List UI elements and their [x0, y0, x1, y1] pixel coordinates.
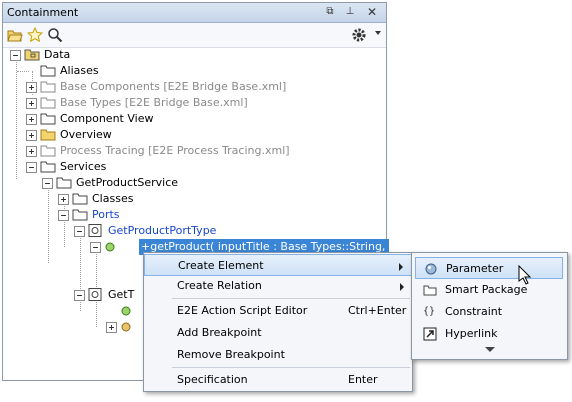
- tree-label: GetT: [108, 288, 135, 301]
- search-icon[interactable]: [47, 27, 63, 43]
- tree-label: Services: [60, 160, 107, 173]
- menu-item-label: Add Breakpoint: [177, 326, 262, 339]
- constraint-icon: {}: [423, 306, 436, 317]
- close-icon[interactable]: ✕: [365, 5, 379, 19]
- menu-item-label: Specification: [177, 373, 248, 386]
- expand-icon[interactable]: [58, 194, 69, 205]
- menu-item-label: Remove Breakpoint: [177, 348, 285, 361]
- submenu-item-parameter[interactable]: Parameter: [415, 257, 563, 279]
- package-icon: [72, 209, 88, 221]
- gear-icon[interactable]: [351, 27, 367, 43]
- collapse-icon[interactable]: [10, 50, 21, 61]
- menu-item-add-breakpoint[interactable]: Add Breakpoint: [144, 322, 412, 344]
- tree-label: GetProductService: [76, 176, 179, 189]
- interface-icon: [88, 288, 102, 301]
- cursor-icon: [518, 265, 532, 285]
- expand-icon[interactable]: [26, 82, 37, 93]
- operation-icon: [121, 306, 131, 316]
- package-icon: [72, 193, 88, 205]
- collapse-icon[interactable]: [90, 242, 101, 253]
- star-icon[interactable]: [27, 27, 43, 43]
- package-icon: [423, 285, 437, 296]
- collapse-icon[interactable]: [74, 226, 85, 237]
- package-icon: [40, 161, 56, 173]
- open-folder-icon[interactable]: [7, 27, 23, 43]
- panel-titlebar: Containment ⧉ ⊥ ✕: [3, 3, 386, 23]
- menu-item-label: Parameter: [446, 262, 504, 275]
- expand-icon[interactable]: [26, 130, 37, 141]
- tree-label: Component View: [60, 112, 154, 125]
- expand-icon[interactable]: [106, 322, 117, 333]
- package-icon: [40, 97, 56, 109]
- menu-item-label: Create Relation: [177, 279, 262, 292]
- panel-title: Containment: [7, 6, 79, 19]
- expand-icon[interactable]: [26, 98, 37, 109]
- package-icon: [40, 81, 56, 93]
- package-icon: [40, 113, 56, 125]
- collapse-icon[interactable]: [58, 210, 69, 221]
- menu-item-shortcut: Enter: [348, 373, 378, 386]
- menu-item-action-script-editor[interactable]: E2E Action Script Editor Ctrl+Enter: [144, 300, 412, 322]
- menu-item-label: Hyperlink: [445, 327, 498, 340]
- tree-label: Base Components [E2E Bridge Base.xml]: [60, 80, 287, 93]
- scroll-down-arrow-icon[interactable]: [485, 347, 495, 352]
- package-icon: [56, 177, 72, 189]
- tree-label: GetProductPortType: [108, 224, 217, 237]
- tree-label: Data: [44, 48, 71, 61]
- operation-icon: [105, 242, 115, 252]
- tree-label: Base Types [E2E Bridge Base.xml]: [60, 96, 248, 109]
- panel-toolbar: [3, 23, 386, 48]
- menu-item-create-relation[interactable]: Create Relation: [144, 275, 412, 297]
- tree-label: Process Tracing [E2E Process Tracing.xml…: [60, 144, 290, 157]
- menu-separator: [172, 367, 410, 368]
- package-icon: [24, 49, 40, 61]
- tree-label: Aliases: [60, 64, 99, 77]
- hyperlink-icon: [423, 327, 437, 341]
- folder-icon: [40, 129, 56, 141]
- menu-item-label: Smart Package: [445, 283, 528, 296]
- parameter-icon: [425, 263, 437, 275]
- tree-label: Ports: [92, 208, 120, 221]
- tree-label: Classes: [92, 192, 134, 205]
- menu-item-label: E2E Action Script Editor: [177, 304, 308, 317]
- create-element-submenu: Parameter Smart Package {} Constraint Hy…: [411, 252, 568, 360]
- tree-label: Overview: [60, 128, 112, 141]
- submenu-arrow-icon: [399, 263, 403, 271]
- menu-separator: [172, 298, 410, 299]
- package-icon: [40, 65, 56, 77]
- package-icon: [40, 145, 56, 157]
- menu-item-label: Create Element: [178, 259, 264, 272]
- submenu-arrow-icon: [400, 283, 404, 291]
- options-dropdown-icon[interactable]: [375, 31, 381, 35]
- float-icon[interactable]: ⧉: [323, 5, 337, 19]
- collapse-icon[interactable]: [42, 178, 53, 189]
- expand-icon[interactable]: [26, 146, 37, 157]
- pin-icon[interactable]: ⊥: [343, 5, 357, 19]
- menu-item-shortcut: Ctrl+Enter: [348, 304, 407, 317]
- submenu-item-constraint[interactable]: {} Constraint: [415, 301, 563, 323]
- submenu-item-smart-package[interactable]: Smart Package: [415, 279, 563, 301]
- context-menu: Create Element Create Relation E2E Actio…: [143, 252, 413, 392]
- menu-item-label: Constraint: [445, 305, 503, 318]
- collapse-icon[interactable]: [26, 162, 37, 173]
- menu-item-create-element[interactable]: Create Element: [144, 254, 412, 276]
- menu-item-specification[interactable]: Specification Enter: [144, 369, 412, 391]
- menu-item-remove-breakpoint[interactable]: Remove Breakpoint: [144, 344, 412, 366]
- interface-icon: [88, 224, 102, 237]
- submenu-item-hyperlink[interactable]: Hyperlink: [415, 323, 563, 345]
- operation-icon: [121, 322, 131, 332]
- expand-icon[interactable]: [26, 114, 37, 125]
- collapse-icon[interactable]: [74, 290, 85, 301]
